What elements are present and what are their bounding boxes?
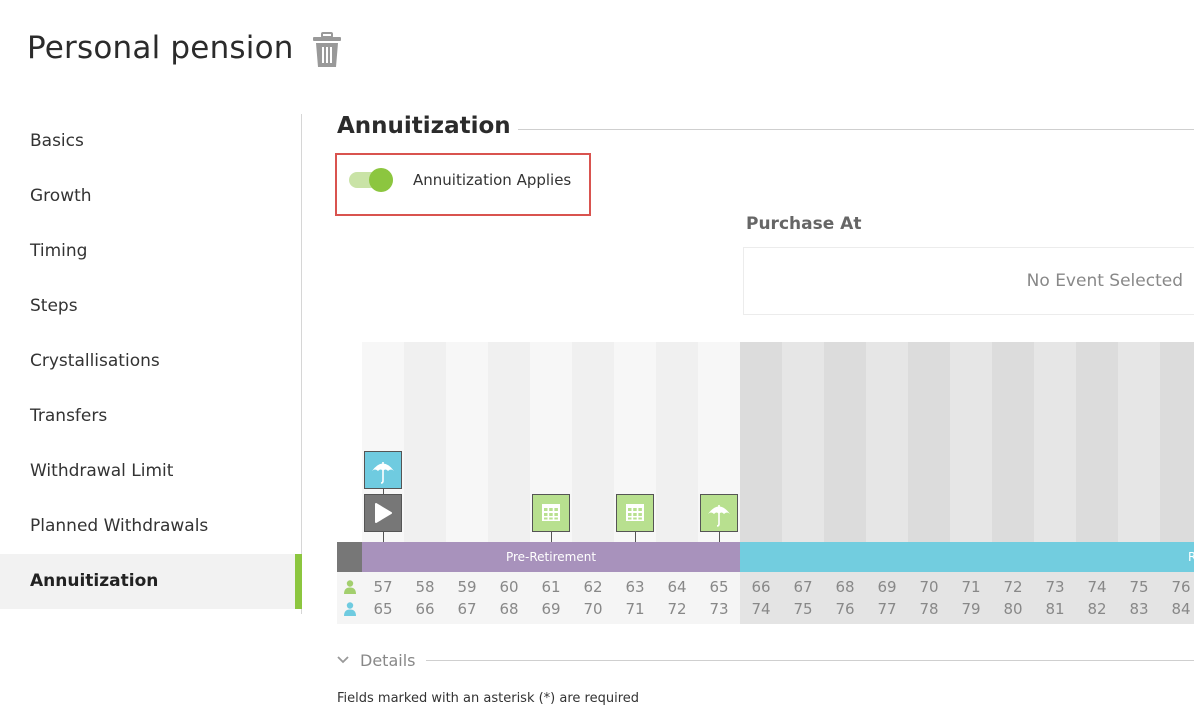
age-person2: 71 (625, 600, 645, 618)
purchase-at-field[interactable]: No Event Selected (743, 247, 1194, 315)
timeline-year-column[interactable] (446, 342, 488, 542)
timeline-year-column[interactable] (1160, 342, 1194, 542)
age-person1: 69 (877, 578, 897, 596)
timeline-year-column[interactable] (740, 342, 782, 542)
person2-icon (344, 602, 356, 616)
event-stem (635, 532, 636, 542)
age-person2: 67 (457, 600, 477, 618)
timeline-year-column[interactable] (1118, 342, 1160, 542)
age-person2: 76 (835, 600, 855, 618)
age-person2: 70 (583, 600, 603, 618)
age-person1: 57 (373, 578, 393, 596)
timeline-year-column[interactable] (866, 342, 908, 542)
age-person2: 74 (751, 600, 771, 618)
purchase-at-label: Purchase At (746, 214, 862, 234)
age-person1: 73 (1045, 578, 1065, 596)
age-person1: 65 (709, 578, 729, 596)
calendar-icon (626, 504, 644, 521)
timeline-year-column[interactable] (656, 342, 698, 542)
required-fields-note: Fields marked with an asterisk (*) are r… (337, 691, 640, 706)
age-person1: 63 (625, 578, 645, 596)
sidebar-item-annuitization[interactable]: Annuitization (0, 554, 302, 609)
timeline-year-column[interactable] (950, 342, 992, 542)
phase-lead (337, 542, 362, 572)
age-person2: 81 (1045, 600, 1065, 618)
page-title: Personal pension (27, 30, 294, 66)
age-person2: 73 (709, 600, 729, 618)
timeline: Pre-Retirement R 57 65 58 66 59 67 60 68 61 69 62 7… (337, 342, 1194, 624)
annuitization-toggle-label: Annuitization Applies (413, 171, 572, 189)
timeline-year-column[interactable] (1076, 342, 1118, 542)
age-person1: 70 (919, 578, 939, 596)
timeline-year-column[interactable] (824, 342, 866, 542)
sidebar-item-transfers[interactable]: Transfers (0, 389, 302, 444)
age-person1: 60 (499, 578, 519, 596)
timeline-year-column[interactable] (992, 342, 1034, 542)
person1-icon (344, 580, 356, 594)
age-person2: 82 (1087, 600, 1107, 618)
timeline-year-column[interactable] (908, 342, 950, 542)
timeline-year-column[interactable] (488, 342, 530, 542)
section-title: Annuitization (337, 113, 511, 139)
umbrella-event[interactable] (700, 494, 738, 532)
play-icon (375, 503, 392, 523)
phase-pre-retirement[interactable]: Pre-Retirement (362, 542, 740, 572)
age-person2: 80 (1003, 600, 1023, 618)
age-person1: 68 (835, 578, 855, 596)
annuitization-toggle-knob[interactable] (369, 168, 393, 192)
age-person1: 67 (793, 578, 813, 596)
age-person2: 66 (415, 600, 435, 618)
age-person2: 78 (919, 600, 939, 618)
age-person2: 68 (499, 600, 519, 618)
timeline-year-column[interactable] (782, 342, 824, 542)
details-toggle[interactable]: Details (360, 651, 415, 670)
age-person1: 58 (415, 578, 435, 596)
event-stem (551, 532, 552, 542)
timeline-year-column[interactable] (1034, 342, 1076, 542)
age-person2: 65 (373, 600, 393, 618)
age-person1: 61 (541, 578, 561, 596)
sidebar-nav: Basics Growth Timing Steps Crystallisati… (0, 114, 302, 614)
calendar-icon (542, 504, 560, 521)
age-person2: 79 (961, 600, 981, 618)
age-person1: 75 (1129, 578, 1149, 596)
umbrella-event[interactable] (364, 451, 402, 489)
age-person1: 74 (1087, 578, 1107, 596)
sidebar-item-timing[interactable]: Timing (0, 224, 302, 279)
sidebar-item-planned-withdrawals[interactable]: Planned Withdrawals (0, 499, 302, 554)
age-person1: 76 (1171, 578, 1191, 596)
age-person2: 84 (1171, 600, 1191, 618)
purchase-at-placeholder: No Event Selected (1026, 271, 1183, 291)
trash-icon[interactable] (312, 32, 342, 68)
timeline-year-column[interactable] (572, 342, 614, 542)
umbrella-icon (708, 505, 730, 527)
sidebar-item-basics[interactable]: Basics (0, 114, 302, 169)
details-divider (426, 660, 1194, 661)
age-person2: 72 (667, 600, 687, 618)
sidebar-item-steps[interactable]: Steps (0, 279, 302, 334)
age-person2: 83 (1129, 600, 1149, 618)
event-stem (383, 532, 384, 542)
sidebar-item-growth[interactable]: Growth (0, 169, 302, 224)
age-person1: 64 (667, 578, 687, 596)
age-person1: 71 (961, 578, 981, 596)
age-person2: 77 (877, 600, 897, 618)
age-person2: 75 (793, 600, 813, 618)
timeline-year-column[interactable] (404, 342, 446, 542)
age-person1: 59 (457, 578, 477, 596)
section-divider (518, 129, 1194, 130)
age-person1: 62 (583, 578, 603, 596)
age-person2: 69 (541, 600, 561, 618)
event-stem (719, 532, 720, 542)
age-person1: 72 (1003, 578, 1023, 596)
chevron-down-icon[interactable] (337, 655, 349, 665)
age-person1: 66 (751, 578, 771, 596)
umbrella-icon (372, 462, 394, 484)
calendar-event[interactable] (532, 494, 570, 532)
sidebar-item-withdrawal-limit[interactable]: Withdrawal Limit (0, 444, 302, 499)
phase-retirement[interactable]: R (740, 542, 1194, 572)
sidebar-item-crystallisations[interactable]: Crystallisations (0, 334, 302, 389)
play-event[interactable] (364, 494, 402, 532)
calendar-event[interactable] (616, 494, 654, 532)
